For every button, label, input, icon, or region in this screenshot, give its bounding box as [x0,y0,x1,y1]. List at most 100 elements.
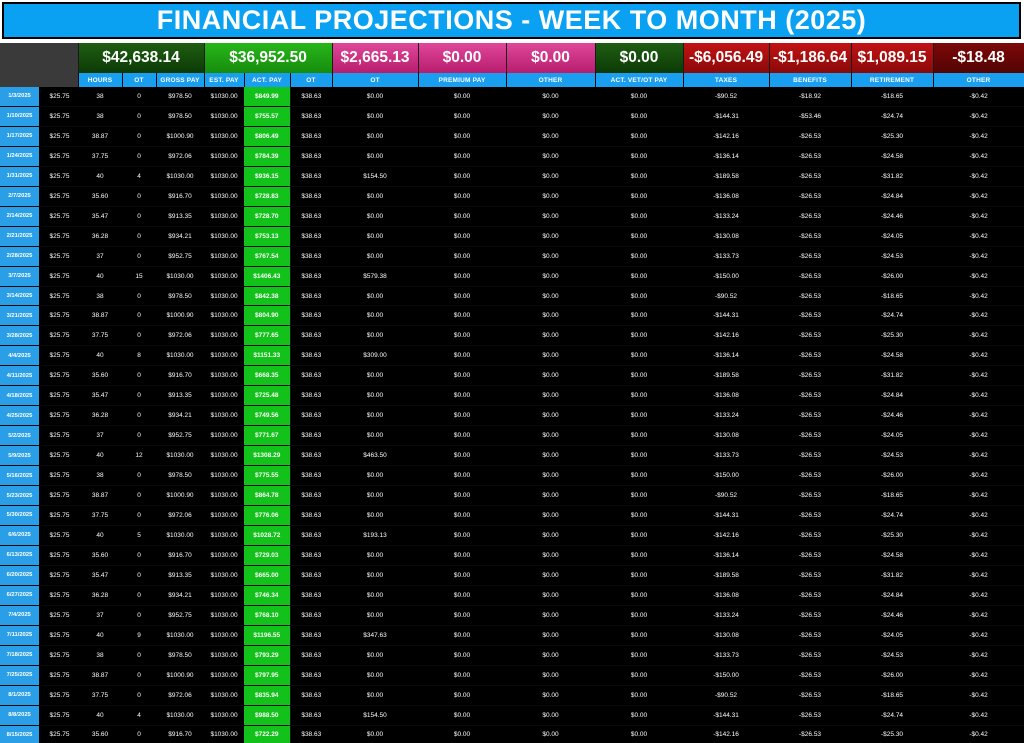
gross-pay-cell[interactable]: $1030.00 [156,525,205,546]
rate-cell[interactable]: $25.75 [40,126,78,147]
gross-pay-cell[interactable]: $916.70 [156,545,205,566]
rate-cell[interactable]: $25.75 [40,465,78,487]
ot-rate-cell[interactable]: $38.63 [289,186,333,207]
week-date-cell[interactable]: 1/31/2025 [0,166,41,187]
hours-cell[interactable]: 37.75 [78,685,122,706]
premium-pay-cell[interactable]: $0.00 [418,465,507,487]
benefits-cell[interactable]: -$26.53 [769,525,852,546]
premium-pay-cell[interactable]: $0.00 [418,266,507,287]
week-date-cell[interactable]: 8/15/2025 [0,725,41,743]
benefits-cell[interactable]: -$26.53 [769,545,852,566]
est-pay-cell[interactable]: $1030.00 [204,246,245,267]
ot-pay-cell[interactable]: $0.00 [332,725,419,743]
ot-pay-cell[interactable]: $0.00 [332,365,419,387]
ot-rate-cell[interactable]: $38.63 [289,325,333,347]
ot-hours-cell[interactable]: 0 [122,126,156,147]
retirement-cell[interactable]: -$31.82 [851,565,934,586]
ot-rate-cell[interactable]: $38.63 [289,166,333,187]
other-income-cell[interactable]: $0.00 [506,505,596,526]
benefits-cell[interactable]: -$26.53 [769,705,852,726]
benefits-cell[interactable]: -$26.53 [769,305,852,327]
other-income-cell[interactable]: $0.00 [506,605,596,626]
est-pay-cell[interactable]: $1030.00 [204,325,245,347]
rate-cell[interactable]: $25.75 [40,605,78,626]
header-hours[interactable]: HOURS [78,73,123,87]
gross-pay-cell[interactable]: $1000.90 [156,485,205,507]
rate-cell[interactable]: $25.75 [40,545,78,566]
ot-hours-cell[interactable]: 0 [122,146,156,167]
retirement-cell[interactable]: -$24.46 [851,206,934,227]
premium-pay-cell[interactable]: $0.00 [418,305,507,327]
rate-cell[interactable]: $25.75 [40,425,78,447]
taxes-cell[interactable]: -$144.31 [683,305,770,327]
ot-rate-cell[interactable]: $38.63 [289,625,333,646]
gross-pay-cell[interactable]: $913.35 [156,206,205,227]
header-ot-hours[interactable]: OT [122,73,157,87]
gross-pay-cell[interactable]: $1030.00 [156,345,205,367]
other-deductions-cell[interactable]: -$0.42 [933,525,1024,546]
ot-hours-cell[interactable]: 0 [122,325,156,347]
rate-cell[interactable]: $25.75 [40,206,78,227]
rate-cell[interactable]: $25.75 [40,385,78,407]
total-other-deductions[interactable]: -$18.48 [933,43,1024,73]
premium-pay-cell[interactable]: $0.00 [418,725,507,743]
week-date-cell[interactable]: 1/10/2025 [0,106,41,127]
rate-cell[interactable]: $25.75 [40,226,78,247]
total-benefits[interactable]: -$1,186.64 [769,43,852,73]
gross-pay-cell[interactable]: $934.21 [156,226,205,247]
hours-cell[interactable]: 36.28 [78,585,122,606]
premium-pay-cell[interactable]: $0.00 [418,286,507,307]
benefits-cell[interactable]: -$26.53 [769,226,852,247]
taxes-cell[interactable]: -$133.73 [683,645,770,666]
benefits-cell[interactable]: -$26.53 [769,485,852,507]
taxes-cell[interactable]: -$130.08 [683,625,770,646]
ot-hours-cell[interactable]: 5 [122,525,156,546]
act-vet-ot-pay-cell[interactable]: $0.00 [595,545,684,566]
taxes-cell[interactable]: -$90.52 [683,485,770,507]
ot-pay-cell[interactable]: $309.00 [332,345,419,367]
benefits-cell[interactable]: -$26.53 [769,605,852,626]
week-date-cell[interactable]: 5/16/2025 [0,465,41,487]
act-pay-cell[interactable]: $771.67 [244,425,291,447]
ot-hours-cell[interactable]: 0 [122,645,156,666]
retirement-cell[interactable]: -$18.65 [851,87,934,107]
benefits-cell[interactable]: -$26.53 [769,565,852,586]
other-income-cell[interactable]: $0.00 [506,385,596,407]
hours-cell[interactable]: 38 [78,106,122,127]
gross-pay-cell[interactable]: $934.21 [156,585,205,606]
ot-rate-cell[interactable]: $38.63 [289,565,333,586]
gross-pay-cell[interactable]: $978.50 [156,87,205,107]
premium-pay-cell[interactable]: $0.00 [418,106,507,127]
week-date-cell[interactable]: 1/17/2025 [0,126,41,147]
retirement-cell[interactable]: -$24.05 [851,425,934,447]
retirement-cell[interactable]: -$24.05 [851,625,934,646]
ot-hours-cell[interactable]: 0 [122,286,156,307]
ot-rate-cell[interactable]: $38.63 [289,465,333,487]
ot-pay-cell[interactable]: $579.38 [332,266,419,287]
total-gross-pay[interactable]: $42,638.14 [78,43,205,73]
other-income-cell[interactable]: $0.00 [506,445,596,467]
ot-pay-cell[interactable]: $154.50 [332,166,419,187]
gross-pay-cell[interactable]: $1000.90 [156,305,205,327]
week-date-cell[interactable]: 6/6/2025 [0,525,41,546]
other-deductions-cell[interactable]: -$0.42 [933,146,1024,167]
premium-pay-cell[interactable]: $0.00 [418,365,507,387]
other-deductions-cell[interactable]: -$0.42 [933,87,1024,107]
act-pay-cell[interactable]: $1151.33 [244,345,291,367]
ot-pay-cell[interactable]: $0.00 [332,645,419,666]
est-pay-cell[interactable]: $1030.00 [204,286,245,307]
taxes-cell[interactable]: -$136.08 [683,585,770,606]
taxes-cell[interactable]: -$144.31 [683,505,770,526]
ot-pay-cell[interactable]: $0.00 [332,226,419,247]
ot-hours-cell[interactable]: 0 [122,87,156,107]
premium-pay-cell[interactable]: $0.00 [418,186,507,207]
taxes-cell[interactable]: -$150.00 [683,465,770,487]
other-deductions-cell[interactable]: -$0.42 [933,206,1024,227]
act-vet-ot-pay-cell[interactable]: $0.00 [595,126,684,147]
hours-cell[interactable]: 40 [78,166,122,187]
hours-cell[interactable]: 40 [78,345,122,367]
taxes-cell[interactable]: -$136.14 [683,146,770,167]
gross-pay-cell[interactable]: $978.50 [156,286,205,307]
taxes-cell[interactable]: -$136.14 [683,345,770,367]
other-deductions-cell[interactable]: -$0.42 [933,385,1024,407]
